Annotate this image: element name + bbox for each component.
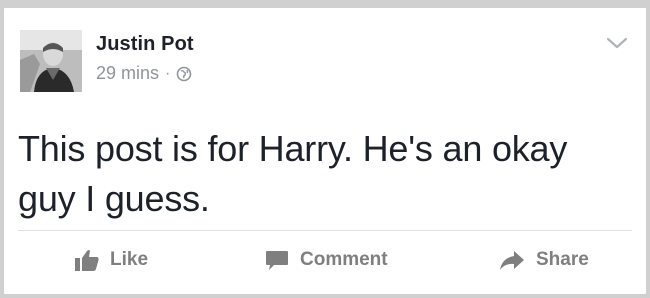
post-meta: 29 mins ·	[96, 63, 192, 84]
share-label: Share	[536, 249, 589, 270]
chevron-down-icon[interactable]	[606, 36, 628, 50]
post-text: This post is for Harry. He's an okay guy…	[18, 128, 568, 219]
thumbs-up-icon	[75, 250, 99, 271]
divider	[18, 230, 632, 231]
comment-icon	[266, 251, 288, 270]
globe-icon[interactable]	[176, 66, 192, 82]
post-timestamp[interactable]: 29 mins	[96, 63, 159, 84]
comment-label: Comment	[300, 249, 388, 270]
author-name[interactable]: Justin Pot	[96, 33, 194, 56]
meta-separator: ·	[165, 64, 171, 82]
comment-button[interactable]: Comment	[264, 248, 388, 272]
share-button[interactable]: Share	[498, 248, 589, 272]
avatar[interactable]	[20, 30, 82, 92]
like-label: Like	[110, 249, 149, 270]
like-button[interactable]: Like	[74, 248, 148, 272]
post-card: Justin Pot 29 mins · This post is for Ha…	[4, 8, 646, 294]
share-icon	[500, 251, 524, 270]
